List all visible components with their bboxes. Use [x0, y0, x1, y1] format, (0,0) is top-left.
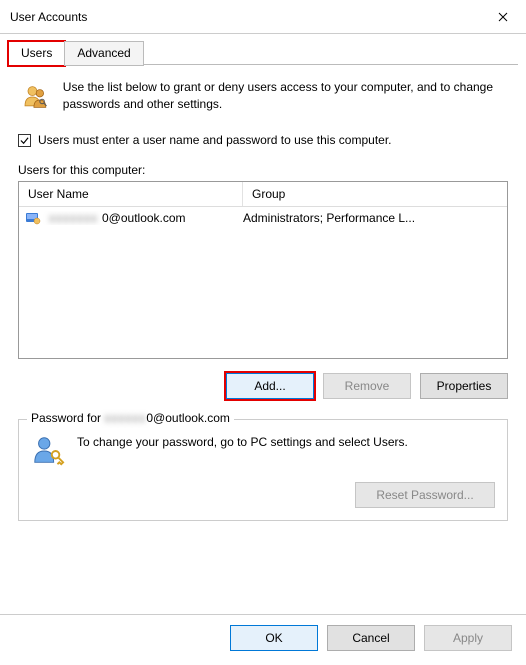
users-icon	[22, 79, 49, 115]
cell-group: Administrators; Performance L...	[243, 211, 501, 225]
close-button[interactable]	[480, 0, 526, 34]
user-buttons-row: Add... Remove Properties	[18, 373, 508, 399]
key-icon	[31, 434, 65, 468]
ok-button[interactable]: OK	[230, 625, 318, 651]
require-password-row: Users must enter a user name and passwor…	[18, 133, 508, 147]
password-groupbox: Password for xxxxxx0@outlook.com To chan…	[18, 419, 508, 521]
users-list[interactable]: User Name Group ­xxxxxxx0@outlook.com Ad…	[18, 181, 508, 359]
tab-advanced[interactable]: Advanced	[64, 41, 143, 66]
close-icon	[498, 12, 508, 22]
users-list-label: Users for this computer:	[18, 163, 508, 177]
col-header-group[interactable]: Group	[243, 182, 507, 206]
remove-button: Remove	[323, 373, 411, 399]
titlebar: User Accounts	[0, 0, 526, 34]
reset-row: Reset Password...	[31, 482, 495, 508]
tab-content: Use the list below to grant or deny user…	[0, 65, 526, 531]
require-password-label: Users must enter a user name and passwor…	[38, 133, 392, 147]
dialog-footer: OK Cancel Apply	[0, 614, 526, 665]
tab-strip: Users Advanced	[8, 40, 518, 65]
require-password-checkbox[interactable]	[18, 134, 31, 147]
user-icon	[25, 211, 41, 225]
cell-username: ­xxxxxxx0@outlook.com	[25, 211, 243, 225]
list-row[interactable]: ­xxxxxxx0@outlook.com Administrators; Pe…	[19, 207, 507, 229]
apply-button: Apply	[424, 625, 512, 651]
check-icon	[20, 136, 29, 145]
password-content: To change your password, go to PC settin…	[31, 434, 495, 468]
list-header: User Name Group	[19, 182, 507, 207]
properties-button[interactable]: Properties	[420, 373, 508, 399]
window-title: User Accounts	[10, 10, 87, 24]
intro-text: Use the list below to grant or deny user…	[63, 79, 504, 113]
col-header-username[interactable]: User Name	[19, 182, 243, 206]
tab-users[interactable]: Users	[8, 41, 65, 66]
add-button[interactable]: Add...	[226, 373, 314, 399]
intro-row: Use the list below to grant or deny user…	[18, 77, 508, 117]
password-text: To change your password, go to PC settin…	[77, 434, 495, 451]
reset-password-button: Reset Password...	[355, 482, 495, 508]
password-legend: Password for xxxxxx0@outlook.com	[27, 411, 234, 425]
cancel-button[interactable]: Cancel	[327, 625, 415, 651]
